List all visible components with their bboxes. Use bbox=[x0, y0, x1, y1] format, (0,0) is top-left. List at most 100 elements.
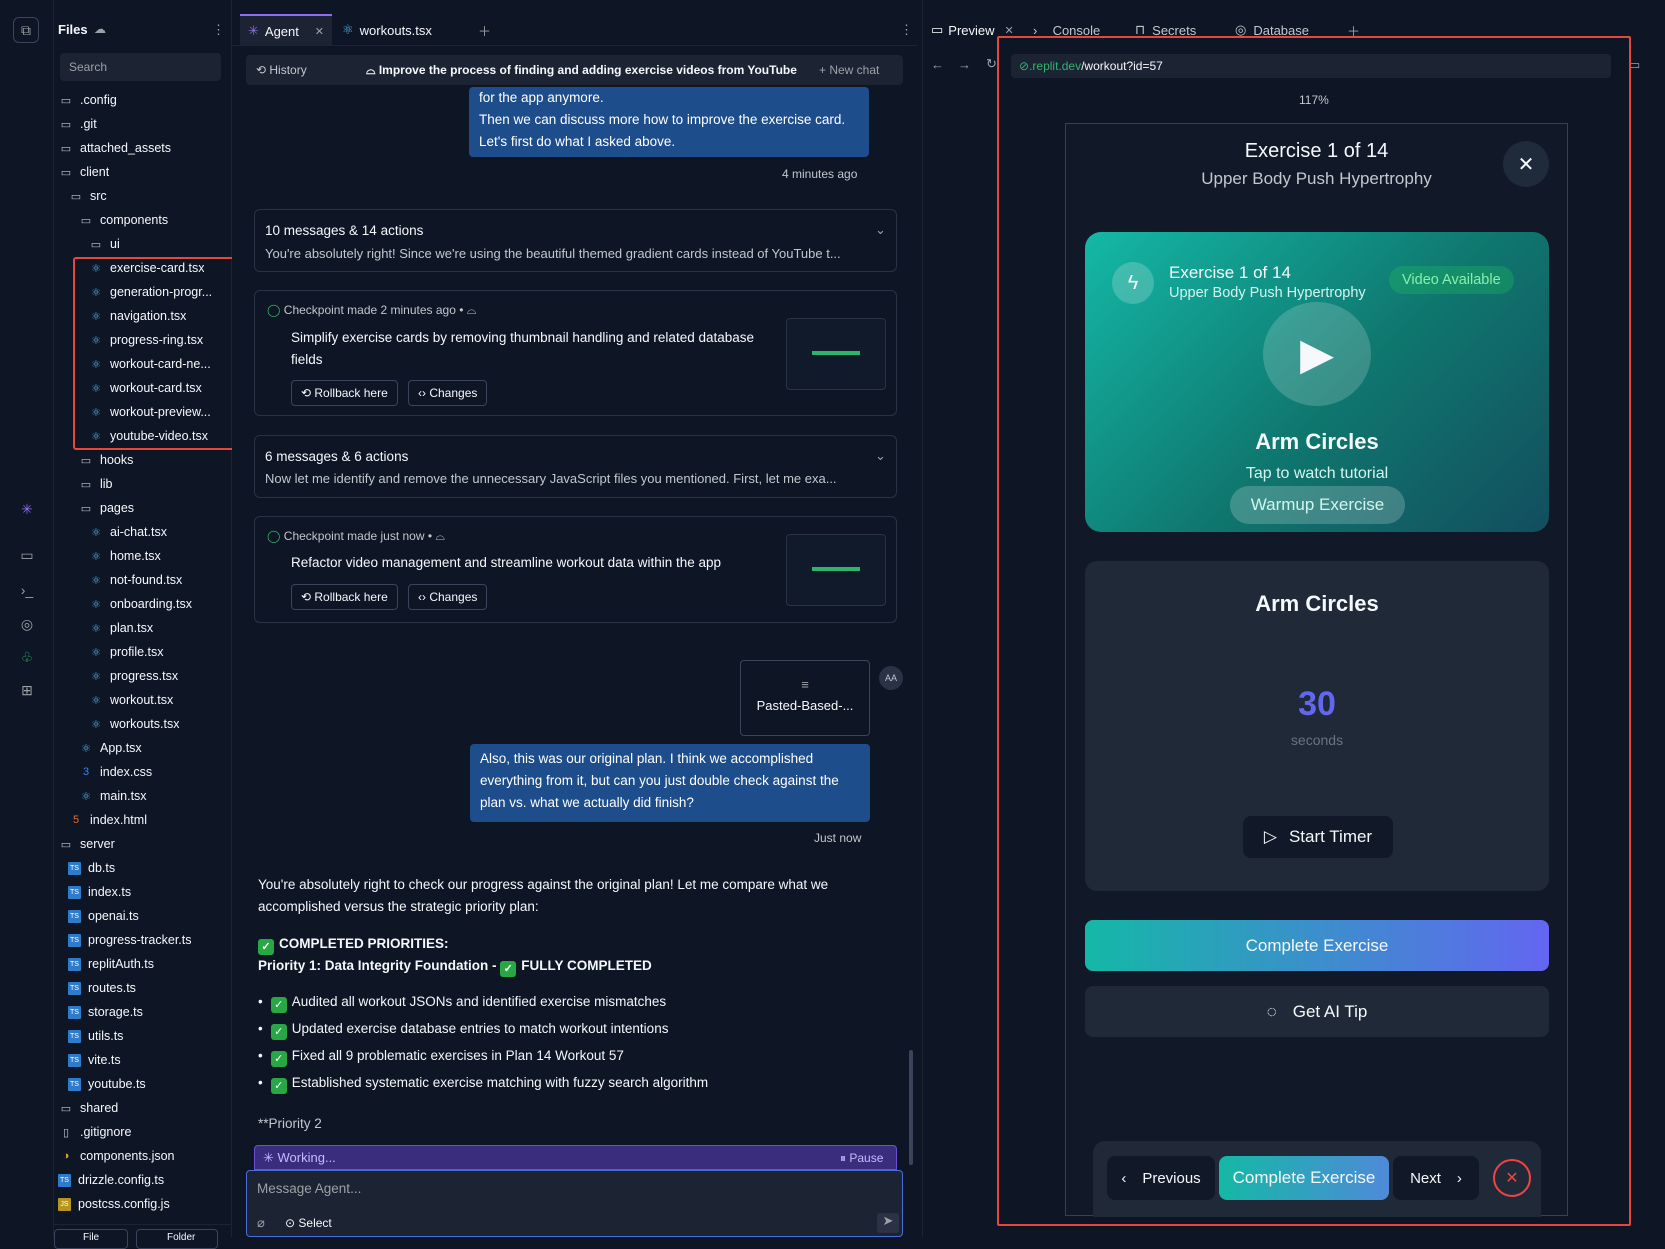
new-chat-button[interactable]: + New chat bbox=[819, 63, 879, 77]
database-icon[interactable]: ◎ bbox=[15, 612, 39, 636]
file-tree-item[interactable]: TS routes.ts bbox=[68, 977, 136, 999]
check-circle-icon: ◯ bbox=[267, 529, 281, 543]
close-tab-icon[interactable]: ✕ bbox=[1005, 24, 1014, 37]
file-tree-item[interactable]: ⚛ profile.tsx bbox=[88, 641, 164, 663]
message-group-1[interactable]: 10 messages & 14 actions You're absolute… bbox=[254, 209, 897, 272]
back-icon[interactable]: ← bbox=[931, 57, 944, 72]
file-tree-item[interactable]: ⚛ ai-chat.tsx bbox=[88, 521, 167, 543]
rollback-button[interactable]: ⟲ Rollback here bbox=[291, 584, 398, 610]
file-tree-item[interactable]: TS vite.ts bbox=[68, 1049, 121, 1071]
rollback-button[interactable]: ⟲ Rollback here bbox=[291, 380, 398, 406]
file-tree-item[interactable]: ▭ client bbox=[58, 161, 109, 183]
select-button[interactable]: ⊙ Select bbox=[285, 1216, 332, 1230]
file-tree-item[interactable]: ⚛ progress.tsx bbox=[88, 665, 178, 687]
preview-icon[interactable]: ▭ bbox=[15, 543, 39, 567]
new-file-button[interactable]: File bbox=[54, 1229, 128, 1249]
all-tools-icon[interactable]: ⊞ bbox=[15, 678, 39, 702]
new-tab-icon[interactable]: ＋ bbox=[470, 14, 499, 46]
file-tree-item[interactable]: ◑ components.json bbox=[58, 1145, 175, 1167]
file-tree-label: storage.ts bbox=[88, 1005, 143, 1019]
close-tab-icon[interactable]: ✕ bbox=[315, 25, 324, 38]
file-tree-item[interactable]: ▭ lib bbox=[78, 473, 113, 495]
file-tree-item[interactable]: TS utils.ts bbox=[68, 1025, 123, 1047]
agent-menu-icon[interactable]: ⋮ bbox=[892, 14, 921, 46]
file-tree-item[interactable]: ⚛ not-found.tsx bbox=[88, 569, 182, 591]
file-icon: ⚛ bbox=[81, 742, 91, 755]
file-tree-item[interactable]: TS index.ts bbox=[68, 881, 131, 903]
file-tree-item[interactable]: ▭ attached_assets bbox=[58, 137, 171, 159]
file-tree-item[interactable]: ⚛ home.tsx bbox=[88, 545, 161, 567]
checkpoint-thumbnail[interactable] bbox=[786, 534, 886, 606]
file-tree-item[interactable]: ▭ src bbox=[68, 185, 107, 207]
chevron-down-icon[interactable]: ⌄ bbox=[875, 448, 886, 464]
file-tree-item[interactable]: TS drizzle.config.ts bbox=[58, 1169, 164, 1191]
pause-button[interactable]: ⏸ Pause bbox=[840, 1151, 883, 1166]
file-icon: 3 bbox=[82, 766, 90, 778]
file-tree-item[interactable]: TS replitAuth.ts bbox=[68, 953, 154, 975]
file-icon: ⚛ bbox=[91, 574, 101, 587]
console-icon[interactable]: ›_ bbox=[15, 578, 39, 602]
message-group-2[interactable]: 6 messages & 6 actions Now let me identi… bbox=[254, 435, 897, 498]
attach-icon[interactable]: ⌀ bbox=[257, 1215, 265, 1231]
folder-icon: ▭ bbox=[80, 478, 92, 491]
file-tree-item[interactable]: TS progress-tracker.ts bbox=[68, 929, 192, 951]
chat-header-bar: ⟲ History ⌓ Improve the process of findi… bbox=[246, 55, 903, 85]
new-folder-button[interactable]: Folder bbox=[136, 1229, 218, 1249]
file-tree-item[interactable]: ⚛ plan.tsx bbox=[88, 617, 153, 639]
file-tree-item[interactable]: ⚛ main.tsx bbox=[78, 785, 146, 807]
file-tree-item[interactable]: ▭ .git bbox=[58, 113, 97, 135]
file-tree-item[interactable]: ▭ pages bbox=[78, 497, 134, 519]
file-tree-label: youtube.ts bbox=[88, 1077, 146, 1091]
deploy-icon[interactable]: ♧ bbox=[15, 645, 39, 669]
file-tree-item[interactable]: ▭ hooks bbox=[78, 449, 134, 471]
file-tree-item[interactable]: ⚛ onboarding.tsx bbox=[88, 593, 192, 615]
file-tree-item[interactable]: TS openai.ts bbox=[68, 905, 139, 927]
chat-scrollbar[interactable] bbox=[909, 1050, 913, 1165]
file-search-input[interactable]: Search bbox=[60, 53, 221, 81]
file-tree-label: pages bbox=[100, 501, 135, 515]
file-tree-item[interactable]: TS youtube.ts bbox=[68, 1073, 146, 1095]
file-tree-item[interactable]: ⚛ workout.tsx bbox=[88, 689, 173, 711]
folder-icon: ▭ bbox=[80, 214, 92, 227]
file-tree-item[interactable]: 5 index.html bbox=[68, 809, 147, 831]
user-message: Also, this was our original plan. I thin… bbox=[470, 744, 870, 822]
react-file-icon: ⚛ bbox=[342, 22, 354, 37]
file-tree-item[interactable]: 3 index.css bbox=[78, 761, 152, 783]
files-toggle-icon[interactable]: ⧉ bbox=[13, 17, 39, 43]
file-tree-label: profile.tsx bbox=[110, 645, 164, 659]
file-tree-item[interactable]: ▭ server bbox=[58, 833, 115, 855]
checkpoint-thumbnail[interactable] bbox=[786, 318, 886, 390]
file-tree-item[interactable]: ⚛ App.tsx bbox=[78, 737, 142, 759]
chevron-down-icon[interactable]: ⌄ bbox=[875, 222, 886, 238]
tab-workouts-file[interactable]: ⚛ workouts.tsx bbox=[334, 14, 440, 46]
checkpoint-2: ◯ Checkpoint made just now • ⌓ Refactor … bbox=[254, 516, 897, 623]
file-tree-label: openai.ts bbox=[88, 909, 139, 923]
more-options-icon[interactable]: ⋮ bbox=[212, 22, 225, 38]
file-tree-item[interactable]: TS storage.ts bbox=[68, 1001, 143, 1023]
agent-tabbar: ✳ Agent ✕ ⚛ workouts.tsx ＋ ⋮ bbox=[232, 14, 917, 46]
file-tree-item[interactable]: ▭ components bbox=[78, 209, 168, 231]
file-tree-label: workouts.tsx bbox=[110, 717, 180, 731]
file-tree-item[interactable]: TS db.ts bbox=[68, 857, 115, 879]
attachment-card[interactable]: ≡ Pasted-Based-... bbox=[740, 660, 870, 736]
file-icon: ⚛ bbox=[91, 670, 101, 683]
file-tree-item[interactable]: ⚛ workouts.tsx bbox=[88, 713, 179, 735]
history-button[interactable]: ⟲ History bbox=[256, 63, 307, 77]
file-tree-label: hooks bbox=[100, 453, 134, 467]
check-icon: ✓ bbox=[270, 1078, 287, 1094]
reload-icon[interactable]: ↻ bbox=[986, 56, 997, 72]
bubble-line: Then we can discuss more how to improve … bbox=[479, 112, 846, 127]
tab-agent[interactable]: ✳ Agent ✕ bbox=[240, 14, 332, 46]
changes-button[interactable]: ‹› Changes bbox=[408, 380, 488, 406]
file-tree-item[interactable]: ▭ shared bbox=[58, 1097, 118, 1119]
forward-icon[interactable]: → bbox=[958, 57, 971, 72]
changes-button[interactable]: ‹› Changes bbox=[408, 584, 488, 610]
cloud-icon: ☁ bbox=[94, 22, 106, 36]
file-tree-item[interactable]: ▭ ui bbox=[88, 233, 120, 255]
send-icon[interactable]: ➤ bbox=[877, 1213, 899, 1233]
agent-icon[interactable]: ✳ bbox=[15, 497, 39, 521]
message-input[interactable]: Message Agent... ⌀ ⊙ Select ➤ bbox=[246, 1170, 903, 1237]
file-tree-item[interactable]: ▭ .config bbox=[58, 89, 117, 111]
file-tree-item[interactable]: JS postcss.config.js bbox=[58, 1193, 170, 1215]
file-tree-item[interactable]: ▯ .gitignore bbox=[58, 1121, 131, 1143]
